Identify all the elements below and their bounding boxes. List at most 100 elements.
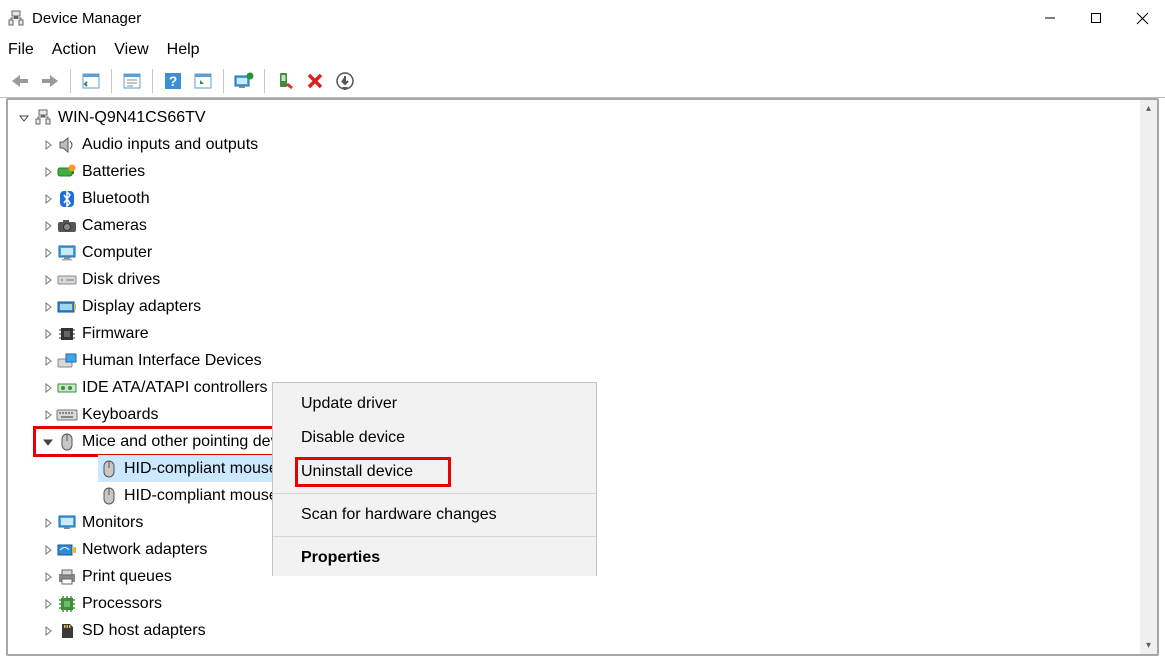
title-bar: Device Manager bbox=[0, 0, 1165, 36]
menu-view[interactable]: View bbox=[114, 41, 148, 59]
chip-icon bbox=[56, 323, 78, 345]
tree-label: HID-compliant mouse bbox=[124, 487, 278, 505]
display-adapter-icon bbox=[56, 296, 78, 318]
window-controls bbox=[1027, 2, 1165, 34]
maximize-button[interactable] bbox=[1073, 2, 1119, 34]
ctx-uninstall-device[interactable]: Uninstall device bbox=[273, 455, 596, 489]
expander-closed-icon[interactable] bbox=[40, 626, 56, 636]
tree-label: WIN-Q9N41CS66TV bbox=[58, 109, 206, 127]
window-title: Device Manager bbox=[32, 10, 141, 27]
tree-label: Audio inputs and outputs bbox=[82, 136, 258, 154]
expander-closed-icon[interactable] bbox=[40, 167, 56, 177]
ctx-disable-device[interactable]: Disable device bbox=[273, 421, 596, 455]
tree-label: Network adapters bbox=[82, 541, 207, 559]
expander-closed-icon[interactable] bbox=[40, 599, 56, 609]
expander-closed-icon[interactable] bbox=[40, 518, 56, 528]
tree-label: Print queues bbox=[82, 568, 172, 586]
monitor-icon bbox=[56, 512, 78, 534]
show-hide-tree-icon[interactable] bbox=[79, 69, 103, 93]
expander-closed-icon[interactable] bbox=[40, 248, 56, 258]
expander-closed-icon[interactable] bbox=[40, 356, 56, 366]
expander-open-icon[interactable] bbox=[16, 113, 32, 123]
ctx-properties[interactable]: Properties bbox=[273, 541, 596, 575]
tree-root[interactable]: WIN-Q9N41CS66TV bbox=[10, 104, 1140, 131]
cpu-icon bbox=[56, 593, 78, 615]
tree-item-batteries[interactable]: Batteries bbox=[10, 158, 1140, 185]
tree-item-display[interactable]: Display adapters bbox=[10, 293, 1140, 320]
tree-label: Cameras bbox=[82, 217, 147, 235]
scroll-down-button[interactable] bbox=[1140, 637, 1157, 654]
tree-label: SD host adapters bbox=[82, 622, 206, 640]
ctx-scan-hardware[interactable]: Scan for hardware changes bbox=[273, 498, 596, 532]
expander-closed-icon[interactable] bbox=[40, 572, 56, 582]
toolbar-separator bbox=[70, 69, 71, 93]
tree-item-bluetooth[interactable]: Bluetooth bbox=[10, 185, 1140, 212]
menu-file[interactable]: File bbox=[8, 41, 34, 59]
mouse-icon bbox=[98, 485, 120, 507]
minimize-button[interactable] bbox=[1027, 2, 1073, 34]
toolbar-separator bbox=[264, 69, 265, 93]
hid-icon bbox=[56, 350, 78, 372]
menu-action[interactable]: Action bbox=[52, 41, 96, 59]
ctx-update-driver[interactable]: Update driver bbox=[273, 387, 596, 421]
vertical-scrollbar[interactable] bbox=[1140, 100, 1157, 654]
back-button[interactable] bbox=[8, 69, 32, 93]
tree-item-firmware[interactable]: Firmware bbox=[10, 320, 1140, 347]
help-icon[interactable]: ? bbox=[161, 69, 185, 93]
camera-icon bbox=[56, 215, 78, 237]
toolbar-separator bbox=[223, 69, 224, 93]
tree-item-computer[interactable]: Computer bbox=[10, 239, 1140, 266]
expander-closed-icon[interactable] bbox=[40, 140, 56, 150]
monitor-icon bbox=[56, 242, 78, 264]
tree-label: Keyboards bbox=[82, 406, 159, 424]
context-menu: Update driver Disable device Uninstall d… bbox=[272, 382, 597, 580]
tree-label: Bluetooth bbox=[82, 190, 150, 208]
ctx-divider bbox=[273, 493, 596, 494]
ctx-divider bbox=[273, 536, 596, 537]
computer-root-icon bbox=[32, 107, 54, 129]
speaker-icon bbox=[56, 134, 78, 156]
scroll-up-button[interactable] bbox=[1140, 100, 1157, 117]
toolbar-separator bbox=[152, 69, 153, 93]
tree-label: Disk drives bbox=[82, 271, 160, 289]
uninstall-device-icon[interactable] bbox=[303, 69, 327, 93]
expander-closed-icon[interactable] bbox=[40, 545, 56, 555]
properties-icon[interactable] bbox=[120, 69, 144, 93]
tree-item-audio[interactable]: Audio inputs and outputs bbox=[10, 131, 1140, 158]
expander-closed-icon[interactable] bbox=[40, 302, 56, 312]
svg-text:?: ? bbox=[169, 73, 178, 89]
tree-item-cameras[interactable]: Cameras bbox=[10, 212, 1140, 239]
tree-label: Display adapters bbox=[82, 298, 201, 316]
printer-icon bbox=[56, 566, 78, 588]
update-driver-icon[interactable] bbox=[232, 69, 256, 93]
expander-closed-icon[interactable] bbox=[40, 329, 56, 339]
scan-hardware-icon[interactable] bbox=[333, 69, 357, 93]
expander-closed-icon[interactable] bbox=[40, 383, 56, 393]
enable-device-icon[interactable] bbox=[273, 69, 297, 93]
expander-closed-icon[interactable] bbox=[40, 221, 56, 231]
tree-label: Monitors bbox=[82, 514, 143, 532]
toolbar: ? bbox=[0, 64, 1165, 98]
forward-button[interactable] bbox=[38, 69, 62, 93]
tree-label: Batteries bbox=[82, 163, 145, 181]
close-button[interactable] bbox=[1119, 2, 1165, 34]
action-window-icon[interactable] bbox=[191, 69, 215, 93]
tree-item-sdhost[interactable]: SD host adapters bbox=[10, 617, 1140, 644]
tree-label: HID-compliant mouse bbox=[124, 460, 278, 478]
tree-item-processors[interactable]: Processors bbox=[10, 590, 1140, 617]
menu-help[interactable]: Help bbox=[167, 41, 200, 59]
tree-item-hid[interactable]: Human Interface Devices bbox=[10, 347, 1140, 374]
sd-icon bbox=[56, 620, 78, 642]
ide-icon bbox=[56, 377, 78, 399]
bluetooth-icon bbox=[56, 188, 78, 210]
expander-closed-icon[interactable] bbox=[40, 194, 56, 204]
mouse-icon bbox=[98, 458, 120, 480]
tree-item-disk[interactable]: Disk drives bbox=[10, 266, 1140, 293]
tree-label: Processors bbox=[82, 595, 162, 613]
expander-closed-icon[interactable] bbox=[40, 410, 56, 420]
network-icon bbox=[56, 539, 78, 561]
expander-closed-icon[interactable] bbox=[40, 275, 56, 285]
tree-label: IDE ATA/ATAPI controllers bbox=[82, 379, 268, 397]
battery-icon bbox=[56, 161, 78, 183]
tree-label: Human Interface Devices bbox=[82, 352, 262, 370]
